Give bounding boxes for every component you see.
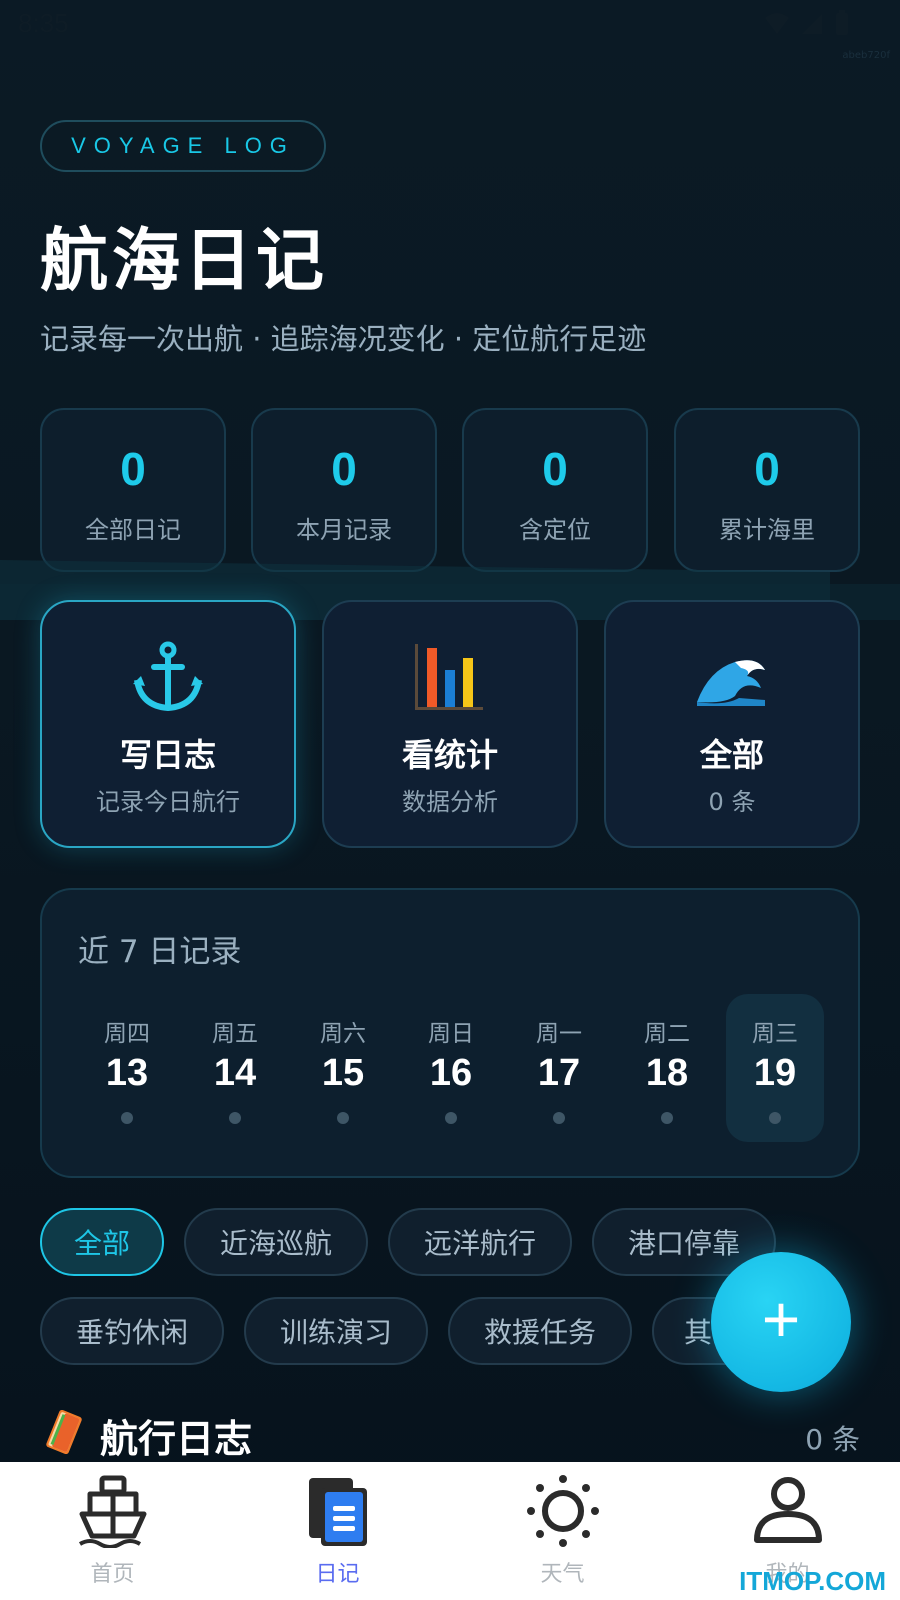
chip-ocean-voyage[interactable]: 远洋航行 <box>388 1208 572 1276</box>
tab-label: 天气 <box>540 1562 585 1587</box>
day-item[interactable]: 周一 17 <box>510 994 608 1142</box>
wifi-icon <box>765 13 789 34</box>
device-id: abeb720f <box>842 50 890 61</box>
stat-label: 含定位 <box>519 516 591 544</box>
stat-value: 0 <box>331 443 357 495</box>
week-title: 近 7 日记录 <box>78 934 242 970</box>
stat-value: 0 <box>542 443 568 495</box>
action-subtitle: 0 条 <box>708 788 756 816</box>
sun-icon <box>526 1475 599 1547</box>
day-name: 周四 <box>104 1021 150 1047</box>
page-subtitle: 记录每一次出航 · 追踪海况变化 · 定位航行足迹 <box>40 322 647 356</box>
stat-label: 全部日记 <box>85 516 181 544</box>
signal-icon <box>802 14 822 34</box>
day-dot <box>445 1112 457 1124</box>
day-number: 17 <box>537 1052 581 1094</box>
day-number: 15 <box>321 1052 365 1094</box>
tab-weather[interactable]: 天气 <box>450 1462 675 1600</box>
battery-icon <box>836 10 848 35</box>
action-title: 看统计 <box>401 736 498 774</box>
action-title: 全部 <box>699 736 764 774</box>
day-name: 周二 <box>644 1021 690 1047</box>
action-subtitle: 数据分析 <box>402 788 498 816</box>
day-name: 周日 <box>428 1021 474 1047</box>
day-dot <box>121 1112 133 1124</box>
day-name: 周一 <box>536 1021 582 1047</box>
stat-card-this-month: 0 本月记录 <box>251 408 437 572</box>
tab-diary[interactable]: 日记 <box>225 1462 450 1600</box>
day-item[interactable]: 周日 16 <box>402 994 500 1142</box>
day-number: 19 <box>753 1052 797 1094</box>
action-title: 写日志 <box>119 736 216 774</box>
day-number: 13 <box>105 1052 149 1094</box>
view-stats-button[interactable]: 看统计 数据分析 <box>322 600 578 848</box>
book-icon <box>46 1410 82 1454</box>
day-number: 18 <box>645 1052 689 1094</box>
anchor-icon <box>133 641 203 712</box>
add-log-fab[interactable]: + <box>711 1252 851 1392</box>
voyage-log-tag: VOYAGE LOG <box>40 120 326 172</box>
status-bar: 8:35 <box>0 0 900 50</box>
day-number: 14 <box>213 1052 257 1094</box>
stat-card-all-diaries: 0 全部日记 <box>40 408 226 572</box>
day-item[interactable]: 周四 13 <box>78 994 176 1142</box>
stat-card-with-location: 0 含定位 <box>462 408 648 572</box>
day-name: 周三 <box>752 1021 798 1047</box>
chip-rescue-mission[interactable]: 救援任务 <box>448 1297 632 1365</box>
quick-actions: 写日志 记录今日航行 看统计 数据分析 全部 0 条 <box>40 600 860 848</box>
day-item[interactable]: 周六 15 <box>294 994 392 1142</box>
log-section-title: 航行日志 <box>100 1417 253 1461</box>
chip-training-drill[interactable]: 训练演习 <box>244 1297 428 1365</box>
write-log-button[interactable]: 写日志 记录今日航行 <box>40 600 296 848</box>
log-count: 0 条 <box>805 1423 860 1456</box>
stat-label: 本月记录 <box>296 516 392 544</box>
bar-chart-icon <box>415 644 483 710</box>
chip-all[interactable]: 全部 <box>40 1208 164 1276</box>
ship-icon <box>78 1475 146 1548</box>
day-dot <box>229 1112 241 1124</box>
stats-row: 0 全部日记 0 本月记录 0 含定位 0 累计海里 <box>40 408 860 572</box>
day-name: 周五 <box>212 1021 258 1047</box>
day-item[interactable]: 周二 18 <box>618 994 716 1142</box>
plus-icon: + <box>761 1282 801 1356</box>
tab-label: 日记 <box>315 1562 360 1587</box>
all-logs-button[interactable]: 全部 0 条 <box>604 600 860 848</box>
watermark: ITMOP.COM <box>739 1566 886 1596</box>
stat-value: 0 <box>120 443 146 495</box>
stat-card-nautical-miles: 0 累计海里 <box>674 408 860 572</box>
chip-coastal-cruise[interactable]: 近海巡航 <box>184 1208 368 1276</box>
day-number: 16 <box>429 1052 473 1094</box>
day-dot <box>661 1112 673 1124</box>
action-subtitle: 记录今日航行 <box>96 788 240 816</box>
wave-icon <box>697 660 765 706</box>
day-dot <box>769 1112 781 1124</box>
day-dot <box>337 1112 349 1124</box>
status-time: 8:35 <box>18 8 69 38</box>
tab-label: 首页 <box>90 1562 135 1587</box>
diary-icon <box>308 1478 367 1546</box>
user-icon <box>753 1477 822 1543</box>
stat-label: 累计海里 <box>719 516 815 544</box>
day-item[interactable]: 周五 14 <box>186 994 284 1142</box>
chip-fishing-leisure[interactable]: 垂钓休闲 <box>40 1297 224 1365</box>
status-icons <box>764 10 850 36</box>
tab-home[interactable]: 首页 <box>0 1462 225 1600</box>
day-name: 周六 <box>320 1021 366 1047</box>
day-item-selected[interactable]: 周三 19 <box>726 994 824 1142</box>
page-title: 航海日记 <box>40 222 329 301</box>
recent-7-days-panel: 近 7 日记录 周四 13 周五 14 周六 15 周日 16 周一 17 周二… <box>40 888 860 1178</box>
day-dot <box>553 1112 565 1124</box>
stat-value: 0 <box>754 443 780 495</box>
